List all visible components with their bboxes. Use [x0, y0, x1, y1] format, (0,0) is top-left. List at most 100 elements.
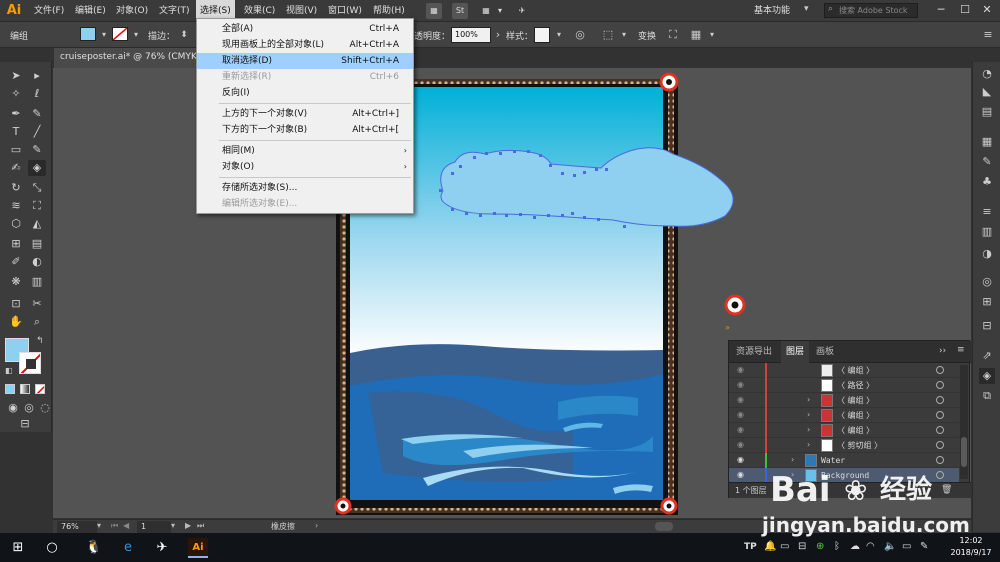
stock-search-input[interactable]: 搜索 Adobe Stock — [824, 3, 918, 18]
color-guide-icon[interactable]: ◣ — [979, 84, 995, 100]
shape-builder-tool-icon[interactable]: ⬡ — [7, 216, 25, 232]
zoom-tool-icon[interactable]: ⌕ — [28, 314, 46, 330]
chevron-down-icon[interactable]: ▾ — [128, 27, 144, 43]
eyedropper-tool-icon[interactable]: ✐ — [7, 254, 25, 270]
opacity-field[interactable]: 100% — [451, 27, 491, 43]
stock-icon[interactable]: St — [452, 3, 468, 19]
appearance-panel-icon[interactable]: ◎ — [979, 274, 995, 290]
menu-object[interactable]: 对象(O) — [112, 0, 152, 22]
first-artboard-icon[interactable]: ⏮ — [111, 521, 118, 531]
rotate-tool-icon[interactable]: ↻ — [7, 180, 25, 196]
swatches-panel-icon[interactable]: ▦ — [979, 134, 995, 150]
visibility-icon[interactable]: ◉ — [737, 440, 747, 450]
menu-item-inverse[interactable]: 反向(I) — [197, 85, 413, 101]
stroke-panel-icon[interactable]: ≡ — [979, 204, 995, 220]
eraser-tool-icon[interactable]: ◈ — [28, 160, 46, 176]
lasso-tool-icon[interactable]: ℓ — [28, 86, 46, 102]
last-artboard-icon[interactable]: ⏭ — [197, 521, 204, 531]
chevron-right-icon[interactable]: › — [315, 521, 318, 530]
layer-row[interactable]: ◉ › 〈 编组 〉 — [729, 423, 959, 438]
target-icon[interactable] — [936, 381, 944, 389]
gradient-mode-icon[interactable] — [20, 384, 30, 394]
graphic-styles-icon[interactable]: ⊞ — [979, 294, 995, 310]
menu-item-select-all-artboard[interactable]: 现用画板上的全部对象(L) Alt+Ctrl+A — [197, 37, 413, 53]
symbol-sprayer-tool-icon[interactable]: ❋ — [7, 274, 25, 290]
none-mode-icon[interactable] — [35, 384, 45, 394]
arrange-icon[interactable]: ▦ — [688, 27, 704, 43]
chevron-down-icon[interactable]: ▾ — [704, 27, 720, 43]
expand-arrow-icon[interactable]: › — [807, 425, 810, 435]
bridge-icon[interactable]: ▦ — [426, 3, 442, 19]
edge-browser-icon[interactable]: e — [118, 538, 138, 558]
workspace-switcher[interactable]: 基本功能 — [754, 4, 790, 18]
line-tool-icon[interactable]: ╱ — [28, 124, 46, 140]
tab-artboards[interactable]: 画板 — [811, 341, 839, 363]
visibility-icon[interactable]: ◉ — [737, 425, 747, 435]
slice-tool-icon[interactable]: ✂ — [28, 296, 46, 312]
align-panel-icon[interactable]: ⊟ — [979, 318, 995, 334]
stroke-weight-stepper[interactable]: ⬍ — [176, 27, 192, 43]
screen-mode-icon[interactable]: ⊟ — [16, 416, 34, 432]
menu-item-reselect[interactable]: 重新选择(R) Ctrl+6 — [197, 69, 413, 85]
direct-selection-tool-icon[interactable]: ▸ — [28, 68, 46, 84]
artboard-tool-icon[interactable]: ⊡ — [7, 296, 25, 312]
menu-item-deselect[interactable]: 取消选择(D) Shift+Ctrl+A — [197, 53, 413, 69]
artboard-number-field[interactable]: 1 — [137, 521, 171, 533]
windows-start-icon[interactable]: ⊞ — [8, 538, 28, 558]
menu-edit[interactable]: 编辑(E) — [71, 0, 110, 22]
chevron-down-icon[interactable]: ▾ — [97, 521, 101, 530]
type-tool-icon[interactable]: T — [7, 124, 25, 140]
tray-app-icon[interactable]: TP — [744, 542, 757, 552]
transform-button[interactable]: 变换 — [638, 29, 656, 42]
transparency-panel-icon[interactable]: ◑ — [979, 246, 995, 262]
maximize-icon[interactable]: ☐ — [954, 2, 976, 18]
draw-inside-icon[interactable]: ◌ — [36, 400, 54, 416]
visibility-icon[interactable]: ◉ — [737, 395, 747, 405]
curvature-tool-icon[interactable]: ✎ — [28, 106, 46, 122]
graph-tool-icon[interactable]: ▥ — [28, 274, 46, 290]
qq-icon[interactable]: 🐧 — [84, 538, 104, 558]
chevron-down-icon[interactable]: ▾ — [616, 27, 632, 43]
target-icon[interactable] — [936, 396, 944, 404]
expand-arrow-icon[interactable]: › — [807, 440, 810, 450]
rectangle-tool-icon[interactable]: ▭ — [7, 142, 25, 158]
swap-colors-icon[interactable]: ↰ — [36, 336, 44, 346]
layer-row[interactable]: ◉ › 〈 编组 〉 — [729, 408, 959, 423]
panel-menu-icon[interactable]: ≡ — [957, 345, 965, 355]
close-icon[interactable]: ✕ — [976, 2, 998, 18]
blend-tool-icon[interactable]: ◐ — [28, 254, 46, 270]
expand-arrow-icon[interactable]: › — [807, 395, 810, 405]
menu-item-select-all[interactable]: 全部(A) Ctrl+A — [197, 21, 413, 37]
pen-tool-icon[interactable]: ✒ — [7, 106, 25, 122]
color-panel-icon[interactable]: ◔ — [979, 66, 995, 82]
selection-tool-icon[interactable]: ➤ — [7, 68, 25, 84]
paintbrush-tool-icon[interactable]: ✎ — [28, 142, 46, 158]
menu-item-next-object-below[interactable]: 下方的下一个对象(B) Alt+Ctrl+[ — [197, 122, 413, 138]
panel-menu-icon[interactable]: ≡ — [980, 27, 996, 43]
horizontal-scroll-thumb[interactable] — [655, 522, 673, 531]
gradient-panel-icon[interactable]: ▥ — [979, 224, 995, 240]
width-tool-icon[interactable]: ≋ — [7, 198, 25, 214]
gradient-tool-icon[interactable]: ▤ — [28, 236, 46, 252]
shaper-tool-icon[interactable]: ✍ — [7, 160, 25, 176]
scale-tool-icon[interactable]: ⤡ — [28, 180, 46, 196]
expand-arrow-icon[interactable]: › — [807, 410, 810, 420]
gpu-performance-icon[interactable]: ✈ — [514, 3, 530, 19]
menu-file[interactable]: 文件(F) — [30, 0, 68, 22]
color-mode-icon[interactable] — [5, 384, 15, 394]
perspective-grid-tool-icon[interactable]: ◭ — [28, 216, 46, 232]
target-icon[interactable] — [936, 456, 944, 464]
symbols-panel-icon[interactable]: ♣ — [979, 174, 995, 190]
isolate-group-icon[interactable]: ⛶ — [665, 27, 681, 43]
properties-panel-icon[interactable]: ▤ — [979, 104, 995, 120]
tab-asset-export[interactable]: 资源导出 — [731, 341, 777, 363]
layer-row[interactable]: ◉ › 〈 编组 〉 — [729, 393, 959, 408]
brushes-panel-icon[interactable]: ✎ — [979, 154, 995, 170]
expand-arrow-icon[interactable]: › — [791, 455, 794, 465]
target-icon[interactable] — [936, 441, 944, 449]
chevron-down-icon[interactable]: ▾ — [804, 4, 809, 14]
previous-artboard-icon[interactable]: ◀ — [123, 521, 129, 530]
layer-row[interactable]: ◉ › 〈 剪切组 〉 — [729, 438, 959, 453]
artboards-panel-icon[interactable]: ⧉ — [979, 388, 995, 404]
visibility-icon[interactable]: ◉ — [737, 365, 747, 375]
